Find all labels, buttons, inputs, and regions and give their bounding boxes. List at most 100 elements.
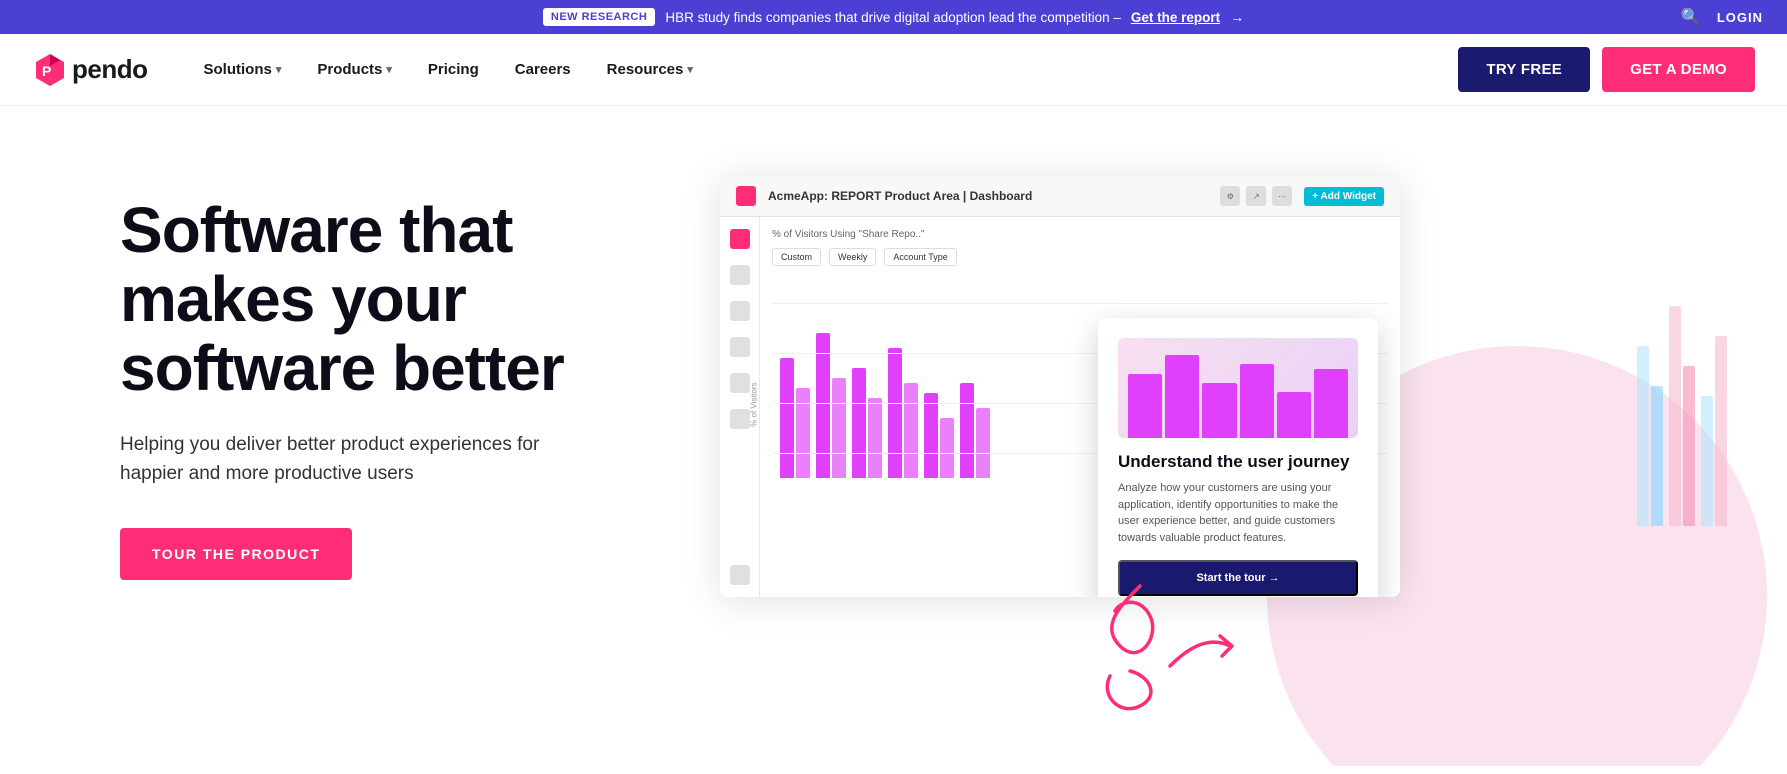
chart-group-1 xyxy=(780,358,810,478)
dash-share-icon[interactable]: ↗ xyxy=(1246,186,1266,206)
announcement-banner: NEW RESEARCH HBR study finds companies t… xyxy=(0,0,1787,34)
chart-bar xyxy=(868,398,882,478)
chart-bar xyxy=(796,388,810,478)
main-navbar: P pendo Solutions ▾ Products ▾ Pricing C… xyxy=(0,34,1787,106)
chart-bar xyxy=(924,393,938,478)
tooltip-mini-bar xyxy=(1240,364,1274,438)
dashboard-body: % of Visitors Using "Share Repo.." Custo… xyxy=(720,217,1400,597)
chart-group-6 xyxy=(960,383,990,478)
chart-label: % of Visitors Using "Share Repo.." xyxy=(772,229,1388,240)
right-bar xyxy=(1669,306,1681,526)
chart-group-3 xyxy=(852,368,882,478)
hero-heading-line2: makes your xyxy=(120,263,466,335)
dashboard-header-icons: ⚙ ↗ ⋯ xyxy=(1220,186,1292,206)
tooltip-mini-chart xyxy=(1118,338,1358,438)
chart-bar xyxy=(976,408,990,478)
hero-subtext: Helping you deliver better product exper… xyxy=(120,431,600,488)
dash-settings-icon[interactable]: ⚙ xyxy=(1220,186,1240,206)
nav-solutions[interactable]: Solutions ▾ xyxy=(188,53,298,86)
tooltip-heading: Understand the user journey xyxy=(1118,452,1358,472)
dash-sidebar-users-icon[interactable] xyxy=(730,301,750,321)
login-button[interactable]: LOGIN xyxy=(1717,10,1763,25)
tooltip-mini-bar xyxy=(1202,383,1236,438)
chart-group-2 xyxy=(816,333,846,478)
dashboard-header: AcmeApp: REPORT Product Area | Dashboard… xyxy=(720,176,1400,217)
tooltip-mini-bar xyxy=(1277,392,1311,438)
tooltip-mini-bar xyxy=(1165,355,1199,438)
banner-right-actions: 🔍 LOGIN xyxy=(1681,7,1763,27)
right-bar-group xyxy=(1701,336,1727,526)
dashboard-bar-chart: % of Visitors xyxy=(772,278,1388,478)
dash-sidebar-guide-icon[interactable] xyxy=(730,337,750,357)
pricing-label: Pricing xyxy=(428,61,479,78)
resources-chevron-icon: ▾ xyxy=(687,63,693,76)
dashboard-mockup: AcmeApp: REPORT Product Area | Dashboard… xyxy=(720,176,1400,597)
hero-heading: Software that makes your software better xyxy=(120,196,700,403)
nav-resources[interactable]: Resources ▾ xyxy=(591,53,709,86)
doodle-arrows xyxy=(1080,546,1280,746)
tooltip-mini-bar xyxy=(1314,369,1348,438)
y-axis-label: % of Visitors xyxy=(750,383,759,427)
products-label: Products xyxy=(317,61,382,78)
try-free-button[interactable]: TRY FREE xyxy=(1458,47,1590,92)
banner-text: HBR study finds companies that drive dig… xyxy=(665,10,1121,25)
dashboard-content: % of Visitors Using "Share Repo.." Custo… xyxy=(760,217,1400,597)
hero-heading-line1: Software that xyxy=(120,194,512,266)
chart-bar xyxy=(816,333,830,478)
right-bar xyxy=(1715,336,1727,526)
chart-bar xyxy=(832,378,846,478)
add-widget-button[interactable]: + Add Widget xyxy=(1304,187,1384,206)
banner-arrow: → xyxy=(1230,9,1244,25)
chart-bar xyxy=(780,358,794,478)
products-chevron-icon: ▾ xyxy=(386,63,392,76)
search-icon[interactable]: 🔍 xyxy=(1681,7,1701,27)
careers-label: Careers xyxy=(515,61,571,78)
dash-logo-icon xyxy=(736,186,756,206)
solutions-chevron-icon: ▾ xyxy=(276,63,282,76)
nav-links: Solutions ▾ Products ▾ Pricing Careers R… xyxy=(188,53,1459,86)
right-bar xyxy=(1683,366,1695,526)
chart-bar xyxy=(852,368,866,478)
svg-text:P: P xyxy=(42,63,51,79)
chart-bar xyxy=(960,383,974,478)
right-bar xyxy=(1651,386,1663,526)
chart-group-5 xyxy=(924,393,954,478)
banner-link[interactable]: Get the report xyxy=(1131,10,1220,25)
tooltip-mini-bar xyxy=(1128,374,1162,438)
chart-bar xyxy=(904,383,918,478)
nav-pricing[interactable]: Pricing xyxy=(412,53,495,86)
dash-sidebar-home-icon[interactable] xyxy=(730,229,750,249)
right-bar xyxy=(1637,346,1649,526)
right-partial-bars xyxy=(1637,226,1727,526)
tooltip-body: Analyze how your customers are using you… xyxy=(1118,480,1358,546)
get-demo-button[interactable]: GET A DEMO xyxy=(1602,47,1755,92)
dash-sidebar-settings-icon[interactable] xyxy=(730,565,750,585)
filter-account-type[interactable]: Account Type xyxy=(884,248,956,266)
doodle-svg xyxy=(1080,546,1280,746)
right-bar-group xyxy=(1637,346,1663,526)
hero-illustration: AcmeApp: REPORT Product Area | Dashboard… xyxy=(700,166,1707,766)
right-bar xyxy=(1701,396,1713,526)
filter-custom[interactable]: Custom xyxy=(772,248,821,266)
hero-heading-line3: software better xyxy=(120,332,564,404)
chart-bar xyxy=(940,418,954,478)
pendo-logo-icon: P xyxy=(32,52,68,88)
resources-label: Resources xyxy=(607,61,684,78)
solutions-label: Solutions xyxy=(204,61,272,78)
nav-products[interactable]: Products ▾ xyxy=(301,53,408,86)
dash-more-icon[interactable]: ⋯ xyxy=(1272,186,1292,206)
tour-product-button[interactable]: TOUR THE PRODUCT xyxy=(120,528,352,580)
banner-badge: NEW RESEARCH xyxy=(543,8,655,26)
hero-content: Software that makes your software better… xyxy=(120,166,700,580)
right-bar-group xyxy=(1669,306,1695,526)
nav-cta-area: TRY FREE GET A DEMO xyxy=(1458,47,1755,92)
dash-sidebar-heart-icon[interactable] xyxy=(730,409,750,429)
dash-sidebar-chart-icon[interactable] xyxy=(730,265,750,285)
logo-text: pendo xyxy=(72,54,148,85)
nav-careers[interactable]: Careers xyxy=(499,53,587,86)
logo[interactable]: P pendo xyxy=(32,52,148,88)
filter-row: Custom Weekly Account Type xyxy=(772,248,1388,266)
dash-sidebar-flag-icon[interactable] xyxy=(730,373,750,393)
chart-bar xyxy=(888,348,902,478)
filter-weekly[interactable]: Weekly xyxy=(829,248,876,266)
